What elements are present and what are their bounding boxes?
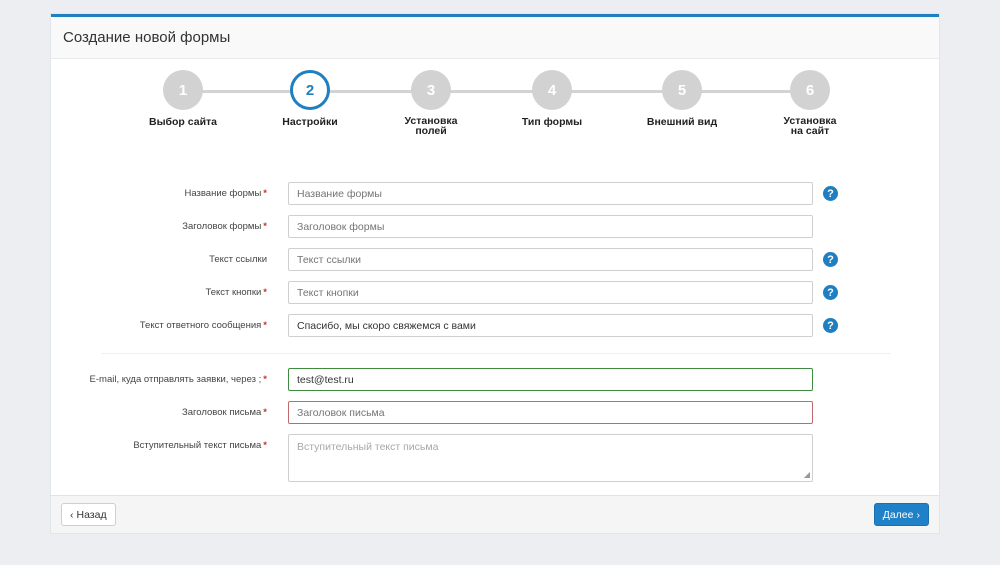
link-text-label: Текст ссылки [209,254,267,265]
help-icon[interactable]: ? [823,186,838,201]
step-number: 3 [411,70,451,110]
resize-handle-icon[interactable]: ◢ [804,471,810,479]
back-button[interactable]: ‹ Назад [61,503,116,526]
step-label: Внешний вид [646,116,718,128]
textarea-placeholder: Вступительный текст письма [297,441,439,453]
wizard-step-6[interactable]: 6 Установка на сайт [750,70,870,136]
button-text-label: Текст кнопки * [205,287,267,298]
step-label: Выбор сайта [148,116,218,128]
wizard-step-3[interactable]: 3 Установка полей [371,70,491,136]
button-text-input[interactable] [288,281,813,304]
email-subject-label: Заголовок письма * [182,407,267,418]
wizard-step-2[interactable]: 2 Настройки [250,70,370,127]
chevron-left-icon: ‹ [70,508,74,521]
wizard-step-1[interactable]: 1 Выбор сайта [123,70,243,127]
step-label: Установка на сайт [783,115,837,137]
link-text-input[interactable] [288,248,813,271]
section-divider [101,353,891,354]
wizard-step-5[interactable]: 5 Внешний вид [622,70,742,127]
email-label: E-mail, куда отправлять заявки, через ; * [89,374,267,385]
chevron-right-icon: › [916,508,921,521]
step-label: Настройки [282,116,338,128]
email-intro-textarea[interactable]: Вступительный текст письма ◢ [288,434,813,482]
step-number: 6 [790,70,830,110]
help-icon[interactable]: ? [823,285,838,300]
help-icon[interactable]: ? [823,252,838,267]
panel-footer: ‹ Назад Далее › [51,495,939,533]
step-number: 2 [290,70,330,110]
form-heading-input[interactable] [288,215,813,238]
help-icon[interactable]: ? [823,318,838,333]
back-button-label: Назад [76,508,107,521]
form-name-label: Название формы * [184,188,267,199]
step-number: 4 [532,70,572,110]
panel-header: Создание новой формы [51,17,939,59]
email-subject-input[interactable] [288,401,813,424]
wizard-step-4[interactable]: 4 Тип формы [492,70,612,127]
step-number: 5 [662,70,702,110]
email-field[interactable] [288,368,813,391]
form-wizard-panel: Создание новой формы 1 Выбор сайта 2 Нас… [51,14,939,533]
page-title: Создание новой формы [63,29,231,46]
step-label: Установка полей [404,115,458,137]
response-message-label: Текст ответного сообщения * [139,320,267,331]
form-name-input[interactable] [288,182,813,205]
wizard-steps: 1 Выбор сайта 2 Настройки 3 Установка по… [51,70,939,160]
email-intro-label: Вступительный текст письма * [133,440,267,451]
step-label: Тип формы [521,116,583,128]
next-button-label: Далее [882,508,914,521]
next-button[interactable]: Далее › [873,503,929,526]
form-heading-label: Заголовок формы * [182,221,267,232]
step-number: 1 [163,70,203,110]
response-message-input[interactable] [288,314,813,337]
